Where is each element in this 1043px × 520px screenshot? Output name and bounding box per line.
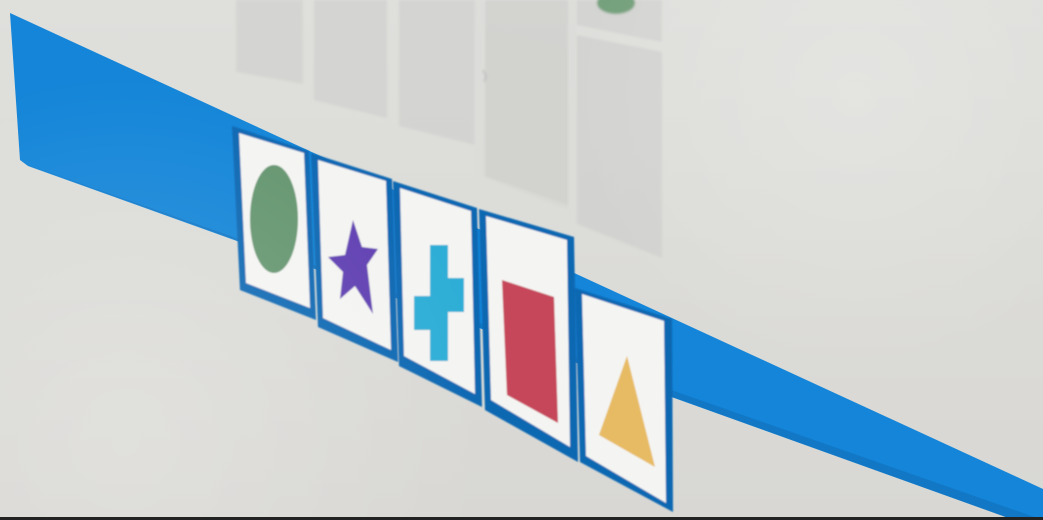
palette-card-star[interactable]: [311, 153, 398, 362]
palette-card-rectangle[interactable]: [479, 209, 578, 462]
grid-cell[interactable]: [577, 35, 662, 258]
game-screen: [0, 0, 1043, 520]
grid-cell[interactable]: [236, 0, 303, 84]
palette-card-plus[interactable]: [393, 181, 482, 407]
palette-card-circle[interactable]: [232, 126, 316, 320]
palette-card-triangle[interactable]: [575, 288, 673, 512]
circle-icon: [250, 165, 298, 273]
grid-cell[interactable]: [399, 0, 475, 145]
grid-cell[interactable]: [485, 28, 568, 210]
game-board: [10, 0, 1043, 520]
grid-cell[interactable]: [314, 0, 387, 118]
